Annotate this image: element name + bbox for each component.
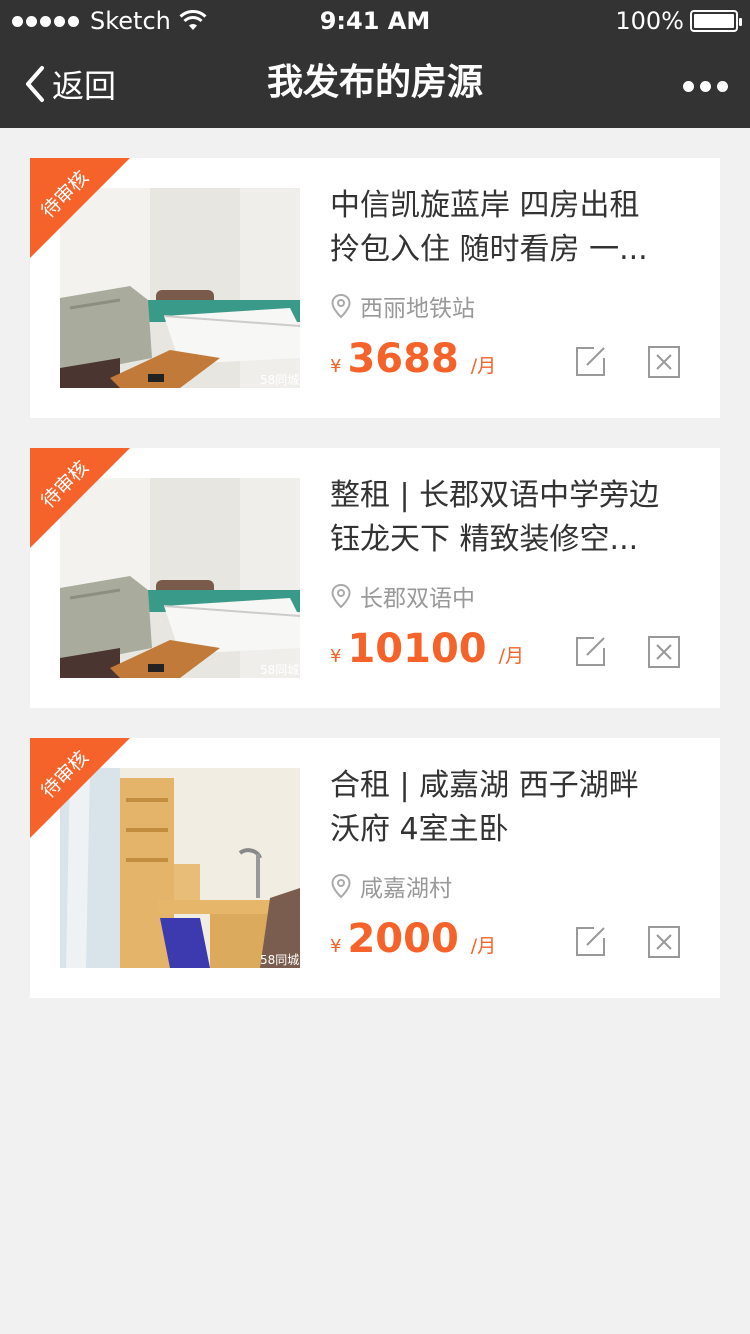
battery-icon xyxy=(690,10,742,32)
delete-icon[interactable] xyxy=(648,926,680,958)
listing-title-line1: 整租 | 长郡双语中学旁边 xyxy=(330,478,660,513)
listing-title-line1: 合租 | 咸嘉湖 西子湖畔 xyxy=(330,768,639,803)
listing-card[interactable]: 58同城 待审核 合租 | 咸嘉湖 西子湖畔 沃府 4室主卧 咸嘉湖村 ¥ 20… xyxy=(30,738,720,998)
listing-price: ¥ 10100 /月 xyxy=(330,626,524,678)
price-value: 10100 xyxy=(347,626,487,672)
photo-watermark: 58同城 xyxy=(260,373,299,387)
price-unit: /月 xyxy=(470,355,497,377)
edit-icon[interactable] xyxy=(574,926,606,958)
listing-price: ¥ 2000 /月 xyxy=(330,916,496,968)
currency-symbol: ¥ xyxy=(330,936,342,957)
listing-location: 咸嘉湖村 xyxy=(330,868,452,904)
price-value: 2000 xyxy=(347,916,459,962)
listing-title-line2: 钰龙天下 精致装修空... xyxy=(330,522,639,557)
delete-icon[interactable] xyxy=(648,636,680,668)
price-value: 3688 xyxy=(347,336,459,382)
page-title: 我发布的房源 xyxy=(266,62,483,103)
status-badge: 待审核 xyxy=(30,448,130,548)
status-bar: Sketch 9:41 AM 100% xyxy=(0,0,750,40)
location-label: 西丽地铁站 xyxy=(360,296,475,322)
price-unit: /月 xyxy=(498,645,525,667)
listing-title[interactable]: 中信凯旋蓝岸 四房出租 拎包入住 随时看房 一... xyxy=(330,184,690,272)
location-pin-icon xyxy=(331,293,351,319)
location-label: 长郡双语中 xyxy=(360,586,475,612)
price-unit: /月 xyxy=(470,935,497,957)
currency-symbol: ¥ xyxy=(330,356,342,377)
edit-icon[interactable] xyxy=(574,346,606,378)
status-badge: 待审核 xyxy=(30,738,130,838)
status-badge: 待审核 xyxy=(30,158,130,258)
listing-card[interactable]: 58同城 待审核 中信凯旋蓝岸 四房出租 拎包入住 随时看房 一... 西丽地铁… xyxy=(30,158,720,418)
listing-location: 西丽地铁站 xyxy=(330,288,475,324)
currency-symbol: ¥ xyxy=(330,646,342,667)
location-pin-icon xyxy=(331,873,351,899)
location-label: 咸嘉湖村 xyxy=(360,876,452,902)
listing-card[interactable]: 58同城 待审核 整租 | 长郡双语中学旁边 钰龙天下 精致装修空... 长郡双… xyxy=(30,448,720,708)
battery-percent: 100% xyxy=(615,7,684,35)
edit-icon[interactable] xyxy=(574,636,606,668)
listing-title-line2: 拎包入住 随时看房 一... xyxy=(330,232,648,267)
photo-watermark: 58同城 xyxy=(260,953,299,967)
listing-price: ¥ 3688 /月 xyxy=(330,336,496,388)
delete-icon[interactable] xyxy=(648,346,680,378)
photo-watermark: 58同城 xyxy=(260,663,299,677)
listing-title-line1: 中信凯旋蓝岸 四房出租 xyxy=(330,188,640,223)
header: Sketch 9:41 AM 100% 返回 我发布的房源 xyxy=(0,0,750,128)
listing-location: 长郡双语中 xyxy=(330,578,475,614)
listing-title-line2: 沃府 4室主卧 xyxy=(330,812,509,847)
listing-title[interactable]: 合租 | 咸嘉湖 西子湖畔 沃府 4室主卧 xyxy=(330,764,690,852)
location-pin-icon xyxy=(331,583,351,609)
status-right: 100% xyxy=(615,6,742,36)
listing-title[interactable]: 整租 | 长郡双语中学旁边 钰龙天下 精致装修空... xyxy=(330,474,690,562)
more-icon[interactable] xyxy=(677,76,728,96)
